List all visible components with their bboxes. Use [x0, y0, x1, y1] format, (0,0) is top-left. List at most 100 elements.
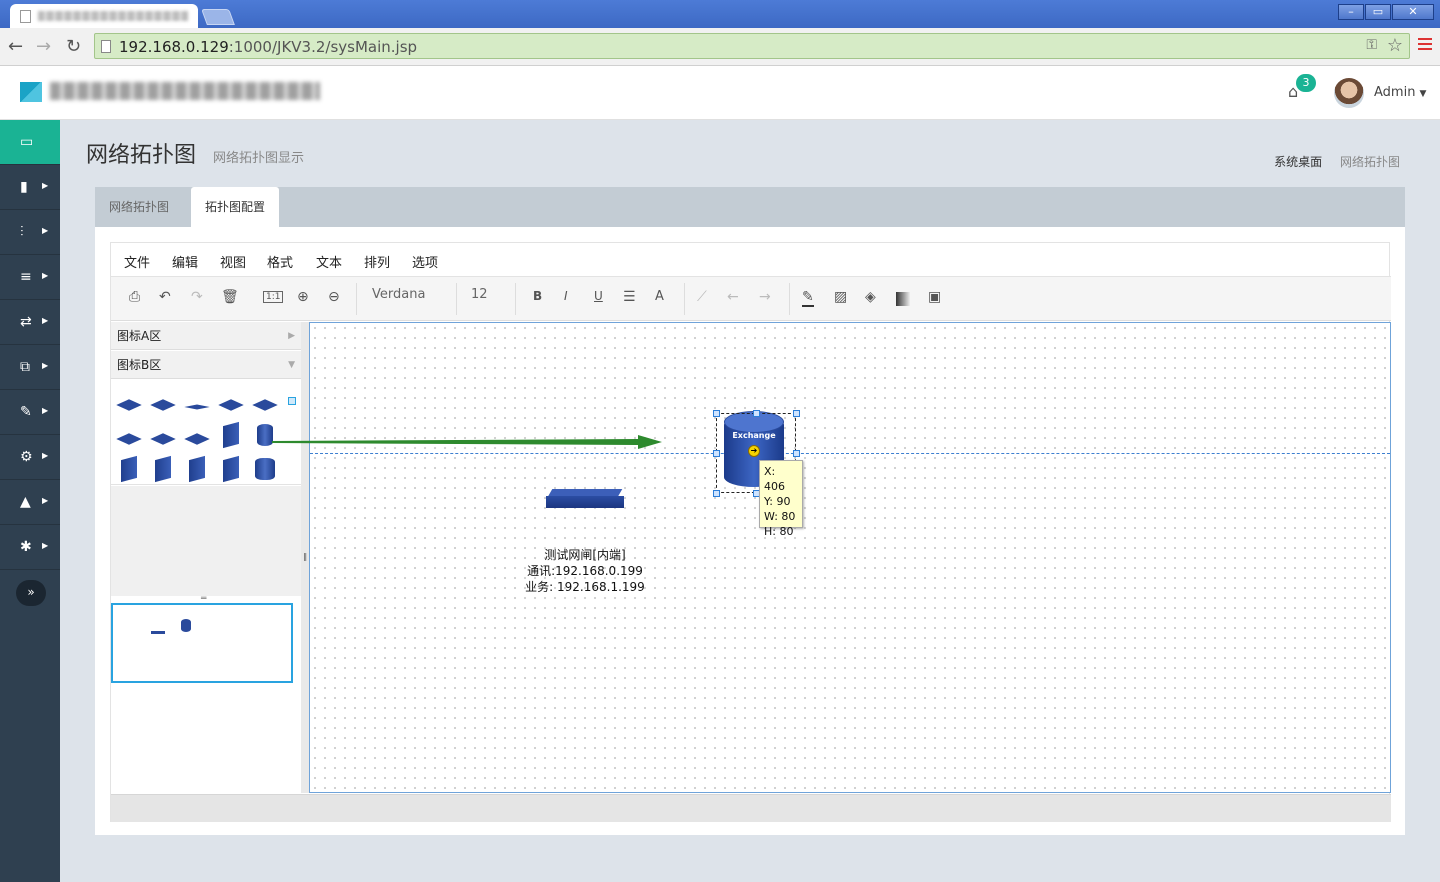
gradient-icon[interactable] [896, 292, 910, 306]
line-color-icon[interactable]: ✎ [802, 289, 814, 307]
arrow-right-icon[interactable]: → [759, 289, 771, 305]
chevron-right-icon: ▶ [42, 451, 49, 460]
menu-text[interactable]: 文本 [316, 252, 342, 271]
font-family-select[interactable]: Verdana [372, 287, 425, 302]
zoom-out-icon[interactable]: ⊖ [328, 289, 340, 305]
print-icon[interactable]: ⎙ [129, 289, 140, 305]
back-icon[interactable]: ← [8, 36, 23, 57]
menu-arrange[interactable]: 排列 [364, 252, 390, 271]
new-tab-button[interactable] [201, 9, 235, 25]
notification-badge[interactable]: 3 [1296, 74, 1316, 92]
reload-icon[interactable]: ↻ [66, 36, 81, 57]
sidebar-item-7[interactable]: ✎ ▶ [0, 390, 60, 435]
palette-section-a[interactable]: 图标A区 ▶ [111, 322, 301, 350]
address-bar[interactable]: 192.168.0.129:1000/JKV3.2/sysMain.jsp ⚿ … [94, 33, 1410, 59]
tab-topology-config[interactable]: 拓扑图配置 [191, 187, 280, 227]
shape-switch-2[interactable] [218, 392, 244, 412]
chevron-down-icon: ▼ [288, 360, 295, 370]
sidebar-item-8[interactable]: ⚙ ▶ [0, 435, 60, 480]
bookmark-star-icon[interactable]: ☆ [1387, 35, 1403, 56]
minimize-button[interactable]: – [1338, 4, 1364, 20]
undo-icon[interactable]: ↶ [159, 289, 171, 305]
sidebar-item-2[interactable]: ▮ ▶ [0, 165, 60, 210]
url-text[interactable]: 192.168.0.129:1000/JKV3.2/sysMain.jsp [119, 38, 417, 56]
close-window-button[interactable]: ✕ [1392, 4, 1434, 20]
sidebar: ▭ ▮ ▶ ⫶ ▶ ≡ ▶ ⇄ ▶ ⧉ ▶ ✎ ▶ ⚙ ▶ ▲ ▶ ✱ ▶ » [0, 120, 60, 882]
user-menu[interactable]: Admin ▼ [1374, 85, 1426, 100]
browser-menu-icon[interactable] [1418, 38, 1432, 52]
shape-server[interactable] [219, 421, 243, 449]
underline-icon[interactable]: U [594, 289, 603, 303]
shape-firewall[interactable] [150, 426, 176, 446]
palette-section-a-label: 图标A区 [117, 329, 162, 343]
shape-switch[interactable] [116, 392, 142, 412]
menu-options[interactable]: 选项 [412, 252, 438, 271]
breadcrumb-item-home[interactable]: 系统桌面 [1274, 155, 1322, 169]
resize-handle-ne[interactable] [793, 410, 800, 417]
shape-disk[interactable] [253, 458, 277, 480]
connection-edge[interactable] [272, 435, 662, 449]
fill-bucket-icon[interactable]: ◈ [865, 289, 876, 305]
resize-handle-nw[interactable] [713, 410, 720, 417]
resize-handle-n[interactable] [753, 410, 760, 417]
resize-handle-sw[interactable] [713, 490, 720, 497]
italic-icon[interactable]: I [564, 289, 568, 303]
diagram-canvas[interactable]: 测试网闸[内端] 通讯:192.168.0.199 业务: 192.168.1.… [272, 322, 1391, 793]
sidebar-item-6[interactable]: ⧉ ▶ [0, 345, 60, 390]
sidebar-item-dashboard[interactable]: ▭ [0, 120, 60, 165]
laptop-icon: ▭ [20, 134, 34, 150]
shape-server-2[interactable] [151, 455, 175, 483]
chevron-right-icon: ▶ [42, 181, 49, 190]
shadow-icon[interactable]: ▣ [928, 289, 941, 305]
palette-section-b[interactable]: 图标B区 ▼ [111, 351, 301, 379]
shape-hub[interactable] [184, 394, 210, 414]
font-color-icon[interactable]: A [655, 289, 664, 304]
sidebar-item-5[interactable]: ⇄ ▶ [0, 300, 60, 345]
sidebar-item-9[interactable]: ▲ ▶ [0, 480, 60, 525]
breadcrumb-item-current: 网络拓扑图 [1339, 155, 1400, 169]
avatar[interactable] [1334, 78, 1364, 108]
tab-topology-view[interactable]: 网络拓扑图 [95, 187, 183, 227]
shape-storage[interactable] [117, 455, 141, 483]
sidebar-item-3[interactable]: ⫶ ▶ [0, 210, 60, 255]
shape-server-4[interactable] [219, 455, 243, 483]
sidebar-collapse-button[interactable]: » [16, 580, 46, 606]
connect-handle-icon[interactable]: ➔ [748, 445, 760, 457]
resize-handle-e[interactable] [793, 450, 800, 457]
menu-format[interactable]: 格式 [267, 252, 293, 271]
shape-gateway[interactable] [184, 426, 210, 446]
bold-icon[interactable]: B [533, 289, 542, 303]
tooltip-h: H: 80 [764, 525, 794, 538]
menu-view[interactable]: 视图 [220, 252, 246, 271]
minimap-resize-handle[interactable] [288, 397, 296, 405]
forward-icon[interactable]: → [36, 36, 51, 57]
key-icon[interactable]: ⚿ [1366, 37, 1377, 53]
arrow-left-icon[interactable]: ← [727, 289, 739, 305]
gateway-label[interactable]: 测试网闸[内端] 通讯:192.168.0.199 业务: 192.168.1.… [510, 547, 660, 595]
gateway-node[interactable] [546, 489, 624, 511]
restore-button[interactable]: ▭ [1365, 4, 1391, 20]
shape-bridge[interactable] [116, 426, 142, 446]
resize-handle-w[interactable] [713, 450, 720, 457]
align-icon[interactable]: ☰ [623, 289, 636, 305]
sidebar-item-4[interactable]: ≡ ▶ [0, 255, 60, 300]
redo-icon[interactable]: ↷ [191, 289, 203, 305]
shape-server-3[interactable] [185, 455, 209, 483]
menu-file[interactable]: 文件 [124, 252, 150, 271]
vertical-splitter[interactable]: ‖ [301, 322, 309, 793]
actual-size-icon[interactable]: 1:1 [263, 291, 284, 303]
browser-tab[interactable] [10, 4, 198, 28]
zoom-in-icon[interactable]: ⊕ [297, 289, 309, 305]
connector-icon[interactable]: ⟋ [697, 289, 707, 305]
delete-icon[interactable]: 🗑 [221, 289, 239, 305]
menu-edit[interactable]: 编辑 [172, 252, 198, 271]
tooltip-x: X: 406 [764, 465, 785, 493]
outline-minimap[interactable] [111, 603, 293, 683]
toolbar-separator [789, 283, 790, 315]
shape-switch-3[interactable] [252, 392, 278, 412]
sidebar-item-10[interactable]: ✱ ▶ [0, 525, 60, 570]
image-icon[interactable]: ▨ [834, 289, 847, 305]
shape-router[interactable] [150, 392, 176, 412]
page-title: 网络拓扑图 [86, 143, 197, 168]
font-size-select[interactable]: 12 [471, 287, 488, 302]
